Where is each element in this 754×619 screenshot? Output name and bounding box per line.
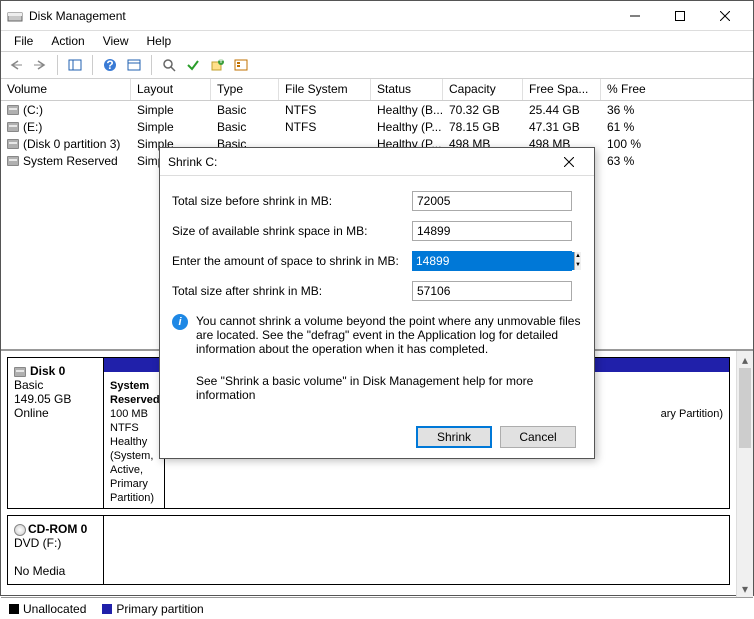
disk-label: Disk 0 Basic 149.05 GB Online [8, 358, 104, 508]
volume-icon [7, 122, 19, 132]
label-shrink-amount: Enter the amount of space to shrink in M… [172, 254, 412, 268]
label-total-before: Total size before shrink in MB: [172, 194, 412, 208]
label-total-after: Total size after shrink in MB: [172, 284, 412, 298]
vertical-scrollbar[interactable]: ▴ ▾ [736, 351, 753, 597]
cancel-button[interactable]: Cancel [500, 426, 576, 448]
col-free[interactable]: Free Spa... [523, 79, 601, 100]
value-total-after: 57106 [412, 281, 572, 301]
menu-bar: File Action View Help [1, 31, 753, 51]
more-info-text: See "Shrink a basic volume" in Disk Mana… [196, 374, 582, 402]
spin-up-button[interactable]: ▲ [575, 252, 581, 261]
disk-label: CD-ROM 0 DVD (F:) No Media [8, 516, 104, 584]
info-text: You cannot shrink a volume beyond the po… [196, 314, 582, 356]
toolbar: ? + [1, 51, 753, 79]
cdrom-icon [14, 524, 26, 536]
dialog-title: Shrink C: [168, 155, 552, 169]
spin-down-button[interactable]: ▼ [575, 261, 581, 270]
legend-unallocated: Unallocated [9, 602, 86, 616]
volume-icon [7, 139, 19, 149]
check-button[interactable] [182, 54, 204, 76]
info-icon: i [172, 314, 188, 330]
disk-row-cdrom[interactable]: CD-ROM 0 DVD (F:) No Media [7, 515, 730, 585]
shrink-dialog: Shrink C: Total size before shrink in MB… [159, 147, 595, 459]
value-total-before: 72005 [412, 191, 572, 211]
legend-primary: Primary partition [102, 602, 203, 616]
title-bar: Disk Management [1, 1, 753, 31]
menu-help[interactable]: Help [138, 32, 181, 50]
col-layout[interactable]: Layout [131, 79, 211, 100]
menu-action[interactable]: Action [42, 32, 93, 50]
disk-icon [14, 367, 26, 377]
properties-button[interactable] [230, 54, 252, 76]
legend: Unallocated Primary partition [1, 597, 753, 619]
help-button[interactable]: ? [99, 54, 121, 76]
minimize-button[interactable] [612, 2, 657, 30]
volume-list-header: Volume Layout Type File System Status Ca… [1, 79, 753, 101]
shrink-amount-input[interactable] [413, 252, 574, 270]
col-filesystem[interactable]: File System [279, 79, 371, 100]
action-center-button[interactable] [123, 54, 145, 76]
scroll-up-button[interactable]: ▴ [737, 351, 753, 368]
volume-row[interactable]: (C:)SimpleBasicNTFSHealthy (B...70.32 GB… [1, 101, 753, 118]
svg-text:+: + [217, 58, 224, 67]
maximize-button[interactable] [657, 2, 702, 30]
scroll-thumb[interactable] [739, 368, 751, 448]
show-hide-console-tree-button[interactable] [64, 54, 86, 76]
shrink-button[interactable]: Shrink [416, 426, 492, 448]
search-button[interactable] [158, 54, 180, 76]
dialog-title-bar[interactable]: Shrink C: [160, 148, 594, 176]
col-type[interactable]: Type [211, 79, 279, 100]
window-title: Disk Management [29, 9, 612, 23]
add-button[interactable]: + [206, 54, 228, 76]
dialog-close-button[interactable] [552, 149, 586, 175]
col-pctfree[interactable]: % Free [601, 79, 753, 100]
volume-icon [7, 105, 19, 115]
volume-row[interactable]: (E:)SimpleBasicNTFSHealthy (P...78.15 GB… [1, 118, 753, 135]
menu-view[interactable]: View [94, 32, 138, 50]
value-available: 14899 [412, 221, 572, 241]
volume-icon [7, 156, 19, 166]
col-status[interactable]: Status [371, 79, 443, 100]
svg-text:?: ? [106, 58, 113, 72]
app-icon [7, 8, 23, 24]
col-capacity[interactable]: Capacity [443, 79, 523, 100]
col-volume[interactable]: Volume [1, 79, 131, 100]
close-button[interactable] [702, 2, 747, 30]
forward-button[interactable] [29, 54, 51, 76]
label-available: Size of available shrink space in MB: [172, 224, 412, 238]
partition-system-reserved[interactable]: System Reserved100 MB NTFSHealthy (Syste… [104, 358, 164, 508]
shrink-amount-spinner[interactable]: ▲ ▼ [412, 251, 572, 271]
scroll-down-button[interactable]: ▾ [737, 580, 753, 597]
back-button[interactable] [5, 54, 27, 76]
menu-file[interactable]: File [5, 32, 42, 50]
